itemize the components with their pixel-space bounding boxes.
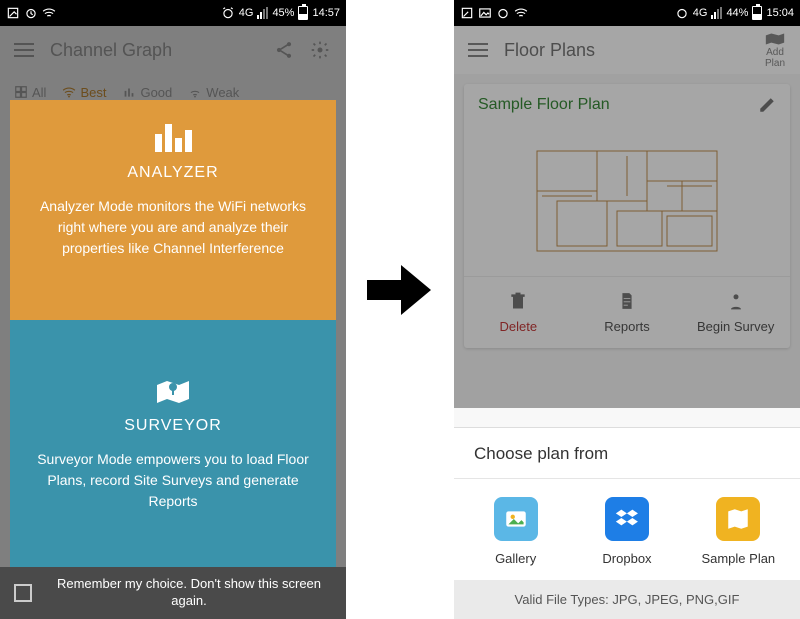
transition-arrow [346, 0, 454, 619]
analyzer-mode-card[interactable]: ANALYZER Analyzer Mode monitors the WiFi… [10, 100, 336, 320]
analyzer-title: ANALYZER [28, 164, 318, 182]
analyzer-icon [153, 120, 193, 152]
app-bar-title: Channel Graph [50, 40, 260, 61]
image-icon [478, 6, 492, 20]
document-icon [617, 291, 637, 311]
edit-icon[interactable] [758, 96, 776, 114]
remember-bar: Remember my choice. Don't show this scre… [0, 567, 346, 619]
wifi-status-icon [514, 6, 528, 20]
option-dropbox[interactable]: Dropbox [571, 497, 682, 566]
notification-icon [460, 6, 474, 20]
network-type: 4G [239, 7, 254, 19]
add-plan-button[interactable]: Add Plan [764, 31, 786, 69]
remember-text: Remember my choice. Don't show this scre… [46, 576, 332, 610]
filter-all[interactable]: All [10, 85, 50, 100]
floor-plan-card: Sample Floor Plan [464, 84, 790, 348]
delete-button[interactable]: Delete [464, 277, 573, 348]
pin-person-icon [726, 291, 746, 311]
dropbox-icon [605, 497, 649, 541]
floorplan-drawing [527, 141, 727, 261]
battery-icon [298, 6, 308, 20]
filter-best[interactable]: Best [58, 85, 110, 100]
bottom-sheet: Choose plan from Gallery Dropbox Sample … [454, 427, 800, 619]
share-icon[interactable] [272, 38, 296, 62]
option-sample-plan[interactable]: Sample Plan [683, 497, 794, 566]
remember-checkbox[interactable] [14, 584, 32, 602]
surveyor-desc: Surveyor Mode empowers you to load Floor… [28, 449, 318, 512]
app-bar: Floor Plans Add Plan [454, 26, 800, 74]
alarm-icon-2 [675, 6, 689, 20]
reports-button[interactable]: Reports [573, 277, 682, 348]
sheet-title: Choose plan from [454, 428, 800, 479]
signal-icon [711, 7, 722, 19]
option-gallery[interactable]: Gallery [460, 497, 571, 566]
network-type: 4G [693, 7, 708, 19]
hamburger-icon[interactable] [468, 43, 488, 57]
battery-percent: 44% [726, 7, 748, 19]
surveyor-title: SURVEYOR [28, 417, 318, 435]
battery-icon [752, 6, 762, 20]
floor-actions: Delete Reports Begin Survey [464, 276, 790, 348]
settings-icon[interactable] [308, 38, 332, 62]
status-bar: 4G 44% 15:04 [454, 0, 800, 26]
alarm-icon-2 [221, 6, 235, 20]
alarm-icon [24, 6, 38, 20]
analyzer-desc: Analyzer Mode monitors the WiFi networks… [28, 196, 318, 259]
surveyor-mode-card[interactable]: SURVEYOR Surveyor Mode empowers you to l… [10, 320, 336, 568]
signal-icon [257, 7, 268, 19]
begin-survey-button[interactable]: Begin Survey [681, 277, 790, 348]
notification-icon [6, 6, 20, 20]
option-label: Sample Plan [701, 551, 775, 566]
wifi-status-icon [42, 6, 56, 20]
surveyor-icon [155, 377, 191, 405]
option-label: Dropbox [602, 551, 651, 566]
sheet-footer: Valid File Types: JPG, JPEG, PNG,GIF [454, 580, 800, 619]
option-label: Gallery [495, 551, 536, 566]
clock-time: 15:04 [766, 7, 794, 19]
map-icon [716, 497, 760, 541]
status-bar: 4G 45% 14:57 [0, 0, 346, 26]
app-bar-title: Floor Plans [504, 40, 764, 61]
right-screenshot: 4G 44% 15:04 Floor Plans Add Plan Sample… [454, 0, 800, 619]
alarm-icon [496, 6, 510, 20]
floor-plan-image[interactable] [464, 126, 790, 276]
filter-weak[interactable]: Weak [184, 85, 243, 100]
app-bar: Channel Graph [0, 26, 346, 74]
clock-time: 14:57 [312, 7, 340, 19]
battery-percent: 45% [272, 7, 294, 19]
floor-plan-title: Sample Floor Plan [478, 96, 610, 114]
left-screenshot: 4G 45% 14:57 Channel Graph All Best Good… [0, 0, 346, 619]
filter-good[interactable]: Good [118, 85, 176, 100]
hamburger-icon[interactable] [14, 43, 34, 57]
trash-icon [508, 291, 528, 311]
gallery-icon [494, 497, 538, 541]
